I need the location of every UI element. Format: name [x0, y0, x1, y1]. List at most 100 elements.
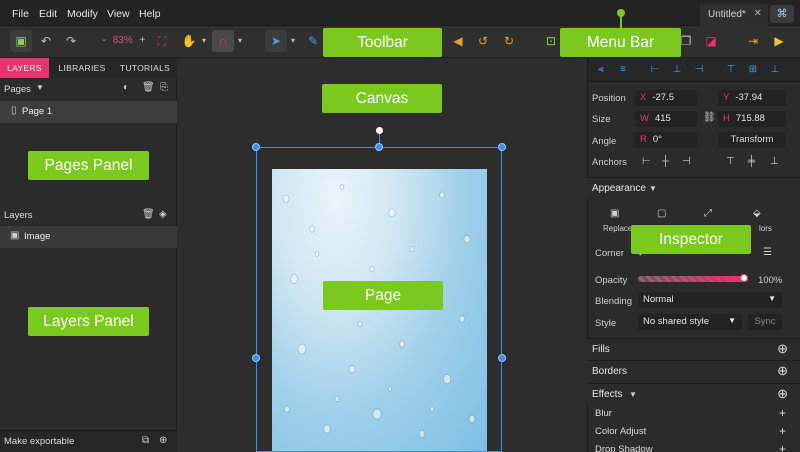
opacity-slider[interactable] [638, 274, 748, 282]
rotation-field[interactable]: R 0° [635, 132, 697, 148]
hand-tool-icon[interactable]: ✋ [178, 30, 200, 52]
fill-bucket-icon[interactable]: ⬙ [753, 208, 761, 219]
menu-edit[interactable]: Edit [39, 8, 57, 20]
add-fill-icon[interactable]: ⊕ [777, 341, 788, 357]
chevron-down-icon[interactable]: ▼ [629, 390, 637, 399]
layers-header: Layers 🗑 ◈ [0, 207, 177, 225]
resize-original-icon[interactable]: ⤢ [704, 208, 712, 219]
zoom-in-button[interactable]: + [140, 35, 146, 46]
make-exportable-label[interactable]: Make exportable [4, 436, 74, 447]
align-middle-icon[interactable]: ⊞ [746, 63, 760, 77]
align-center-icon[interactable]: ≡ [616, 63, 630, 77]
menu-view[interactable]: View [107, 8, 130, 20]
replace-label[interactable]: Replace [603, 224, 632, 233]
y-field[interactable]: Y -37.94 [718, 90, 786, 106]
borders-section[interactable]: Borders ⊕ [587, 360, 800, 382]
add-border-icon[interactable]: ⊕ [777, 363, 788, 379]
tab-libraries[interactable]: LIBRARIES [52, 58, 112, 78]
anchor-right-icon[interactable]: ⊣ [682, 156, 691, 167]
add-circle-icon[interactable]: ⊕ [159, 435, 167, 446]
align-bottom-icon[interactable]: ⊥ [768, 63, 782, 77]
chevron-down-icon[interactable]: ▾ [287, 30, 299, 52]
anchor-h-center-icon[interactable]: ┼ [662, 156, 669, 167]
resize-handle[interactable] [252, 354, 260, 362]
shared-style-select[interactable]: No shared style ▼ [638, 314, 742, 330]
add-drop-shadow-icon[interactable]: + [779, 442, 786, 452]
zoom-control[interactable]: - 83% + [100, 31, 148, 51]
anchor-bottom-icon[interactable]: ⊥ [770, 156, 779, 167]
group-icon[interactable]: ⊡ [540, 30, 562, 52]
transform-button[interactable]: Transform [718, 132, 786, 148]
save-icon[interactable]: ▣ [10, 30, 32, 52]
document-tab[interactable]: Untitled* ✕ [700, 4, 768, 26]
sync-button[interactable]: Sync [748, 314, 782, 330]
fit-screen-icon[interactable]: ⛶ [151, 30, 173, 52]
menu-file[interactable]: File [12, 8, 29, 20]
layers-panel-callout: Layers Panel [28, 307, 149, 336]
effects-section[interactable]: Effects ▼ ⊕ [587, 383, 800, 405]
layer-item[interactable]: ▣ Image [0, 226, 177, 248]
blending-select[interactable]: Normal ▼ [638, 292, 782, 308]
add-blur-icon[interactable]: + [779, 406, 786, 420]
trash-icon[interactable]: 🗑 [142, 209, 155, 220]
preview-play-icon[interactable]: ▶ [768, 30, 790, 52]
fills-section[interactable]: Fills ⊕ [587, 338, 800, 360]
chevron-down-icon[interactable]: ▼ [36, 83, 44, 92]
align-left-icon[interactable]: ⫷ [594, 63, 608, 77]
zoom-out-button[interactable]: - [103, 35, 106, 46]
add-page-icon[interactable]: ⎘ [160, 82, 168, 93]
effect-item-drop-shadow[interactable]: Drop Shadow + [587, 441, 800, 452]
add-layer-icon[interactable]: ◈ [159, 209, 167, 220]
resize-handle[interactable] [252, 143, 260, 151]
chevron-down-icon[interactable]: ▾ [198, 30, 210, 52]
export-icon[interactable]: ⇥ [742, 30, 764, 52]
toggle-icon[interactable]: ◐ [117, 82, 135, 93]
resize-handle[interactable] [498, 143, 506, 151]
align-right-edge-icon[interactable]: ⊣ [692, 63, 706, 77]
height-field[interactable]: H 715.88 [718, 111, 786, 127]
resize-handle[interactable] [498, 354, 506, 362]
effect-item-blur[interactable]: Blur + [587, 405, 800, 423]
lock-ratio-icon[interactable]: ⛓ [703, 112, 716, 123]
corner-settings-icon[interactable]: ☰ [763, 247, 772, 258]
crop-icon[interactable]: ▢ [657, 208, 666, 219]
pointer-tool-icon[interactable]: ➤ [265, 30, 287, 52]
tab-tutorials[interactable]: TUTORIALS [115, 58, 175, 78]
align-top-icon[interactable]: ⊤ [724, 63, 738, 77]
rotation-handle[interactable] [376, 127, 383, 134]
chevron-down-icon[interactable]: ▼ [649, 184, 657, 193]
effect-item-color-adjust[interactable]: Color Adjust + [587, 423, 800, 441]
panel-tabs: LAYERS LIBRARIES TUTORIALS [0, 58, 177, 78]
resize-handle[interactable] [375, 143, 383, 151]
snap-magnet-icon[interactable]: ∩ [212, 30, 234, 52]
menu-modify[interactable]: Modify [67, 8, 98, 20]
align-left-edge-icon[interactable]: ⊢ [648, 63, 662, 77]
opacity-knob[interactable] [740, 274, 748, 282]
width-field[interactable]: W 415 [635, 111, 697, 127]
rotate-left-icon[interactable]: ↺ [472, 30, 494, 52]
page-item[interactable]: ▯ Page 1 [0, 101, 177, 123]
replace-image-icon[interactable]: ▣ [610, 208, 619, 219]
flip-icon[interactable]: ◀ [447, 30, 469, 52]
add-color-adjust-icon[interactable]: + [779, 424, 786, 438]
x-field[interactable]: X -27.5 [635, 90, 697, 106]
export-slice-icon[interactable]: ⧉ [142, 435, 149, 446]
anchor-v-center-icon[interactable]: ╪ [748, 156, 755, 167]
redo-icon[interactable]: ↷ [60, 30, 82, 52]
appearance-section[interactable]: Appearance ▼ [587, 177, 800, 199]
rotate-right-icon[interactable]: ↻ [498, 30, 520, 52]
add-effect-icon[interactable]: ⊕ [777, 386, 788, 402]
close-icon[interactable]: ✕ [754, 8, 762, 19]
align-h-center-icon[interactable]: ⊥ [670, 63, 684, 77]
trash-icon[interactable]: 🗑 [142, 82, 155, 93]
chevron-down-icon[interactable]: ▾ [234, 30, 246, 52]
fill-colors-label[interactable]: lors [759, 224, 772, 233]
boolean-icon[interactable]: ◪ [700, 30, 722, 52]
tab-layers[interactable]: LAYERS [0, 58, 49, 78]
undo-icon[interactable]: ↶ [35, 30, 57, 52]
anchor-top-icon[interactable]: ⊤ [726, 156, 735, 167]
pen-tool-icon[interactable]: ✎ [302, 30, 324, 52]
anchor-left-icon[interactable]: ⊢ [642, 156, 651, 167]
menu-help[interactable]: Help [139, 8, 161, 20]
image-icon: ▣ [10, 230, 20, 241]
